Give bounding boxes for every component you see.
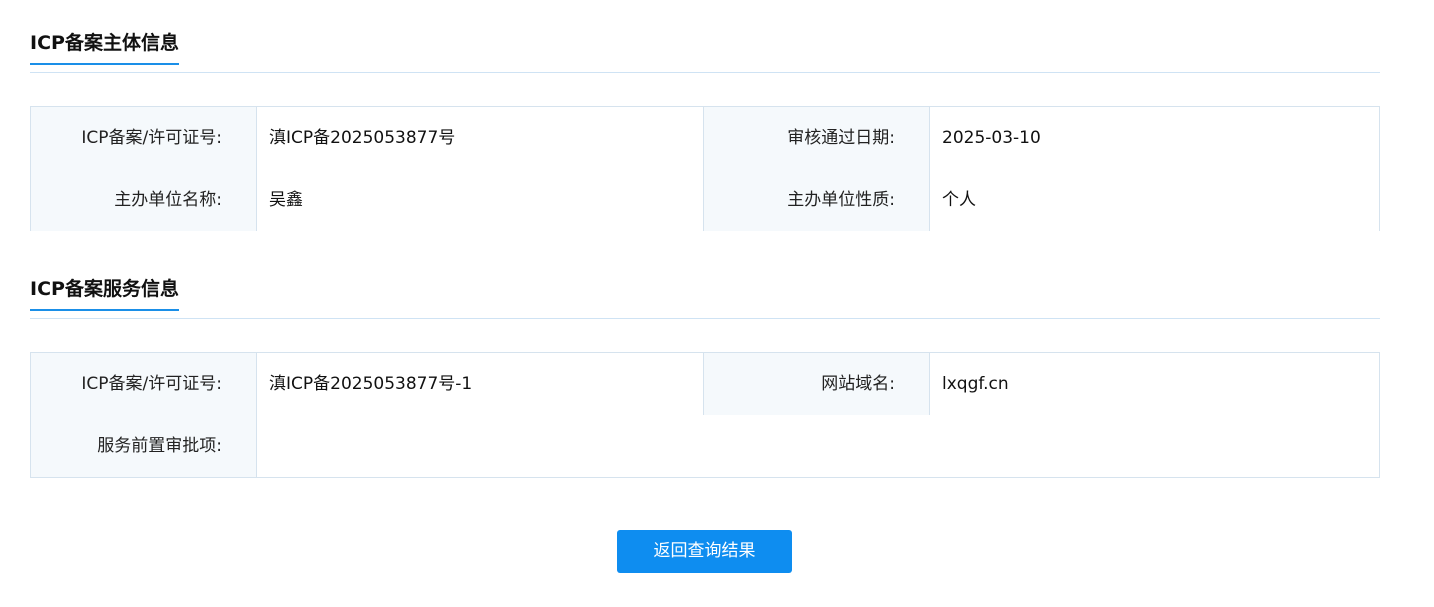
table-row: 服务前置审批项: bbox=[31, 415, 1379, 477]
website-domain-value: lxqgf.cn bbox=[930, 353, 1379, 415]
page: ICP备案主体信息 ICP备案/许可证号: 滇ICP备2025053877号 审… bbox=[0, 0, 1434, 607]
service-section-header: ICP备案服务信息 bbox=[30, 278, 1380, 319]
pre-approval-items-value bbox=[257, 415, 1379, 477]
service-license-number-label: ICP备案/许可证号: bbox=[31, 353, 257, 415]
entity-section-title: ICP备案主体信息 bbox=[30, 32, 179, 65]
website-domain-label: 网站域名: bbox=[704, 353, 930, 415]
service-section-title: ICP备案服务信息 bbox=[30, 278, 179, 311]
back-to-results-button[interactable]: 返回查询结果 bbox=[617, 530, 792, 573]
table-row: ICP备案/许可证号: 滇ICP备2025053877号-1 网站域名: lxq… bbox=[31, 353, 1379, 416]
approval-date-label: 审核通过日期: bbox=[704, 107, 930, 169]
organizer-type-value: 个人 bbox=[930, 169, 1379, 231]
license-number-value: 滇ICP备2025053877号 bbox=[257, 107, 704, 169]
organizer-name-value: 吴鑫 bbox=[257, 169, 704, 231]
organizer-name-label: 主办单位名称: bbox=[31, 169, 257, 231]
entity-info-table: ICP备案/许可证号: 滇ICP备2025053877号 审核通过日期: 202… bbox=[30, 106, 1380, 231]
organizer-type-label: 主办单位性质: bbox=[704, 169, 930, 231]
table-row: 主办单位名称: 吴鑫 主办单位性质: 个人 bbox=[31, 169, 1379, 231]
table-row: ICP备案/许可证号: 滇ICP备2025053877号 审核通过日期: 202… bbox=[31, 107, 1379, 170]
license-number-label: ICP备案/许可证号: bbox=[31, 107, 257, 169]
service-info-table: ICP备案/许可证号: 滇ICP备2025053877号-1 网站域名: lxq… bbox=[30, 352, 1380, 478]
entity-section-header: ICP备案主体信息 bbox=[30, 32, 1380, 73]
service-license-number-value: 滇ICP备2025053877号-1 bbox=[257, 353, 704, 415]
pre-approval-items-label: 服务前置审批项: bbox=[31, 415, 257, 477]
approval-date-value: 2025-03-10 bbox=[930, 107, 1379, 169]
